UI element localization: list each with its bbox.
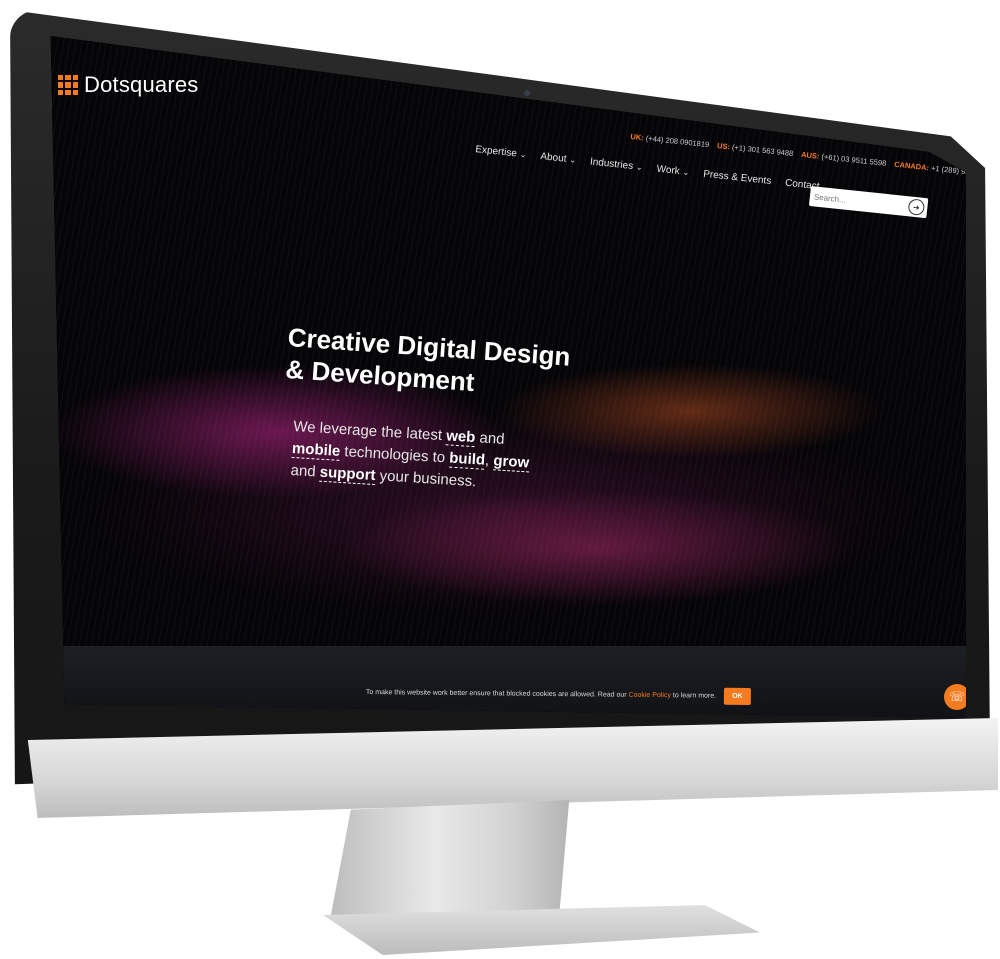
logo-text: Dotsquares — [84, 72, 199, 97]
highlight-support: support — [319, 463, 377, 486]
camera-icon — [524, 90, 530, 96]
monitor-stand — [330, 800, 570, 920]
chevron-down-icon: ⌄ — [682, 167, 690, 178]
chevron-down-icon: ⌄ — [519, 149, 527, 160]
phone-call-icon[interactable]: ☏ — [944, 684, 966, 710]
highlight-grow: grow — [492, 452, 530, 473]
cookie-policy-link[interactable]: Cookie Policy — [629, 692, 671, 699]
chevron-down-icon: ⌄ — [635, 162, 644, 173]
cookie-ok-button[interactable]: OK — [724, 687, 751, 706]
dotsquares-logo-icon — [58, 75, 78, 95]
cookie-text: To make this website work better ensure … — [365, 688, 717, 700]
logo[interactable]: Dotsquares — [58, 72, 199, 98]
highlight-web: web — [445, 427, 476, 448]
highlight-mobile: mobile — [291, 439, 341, 461]
highlight-build: build — [448, 449, 486, 470]
search-arrow-icon[interactable]: ➜ — [907, 198, 926, 216]
chevron-down-icon: ⌄ — [568, 155, 577, 165]
